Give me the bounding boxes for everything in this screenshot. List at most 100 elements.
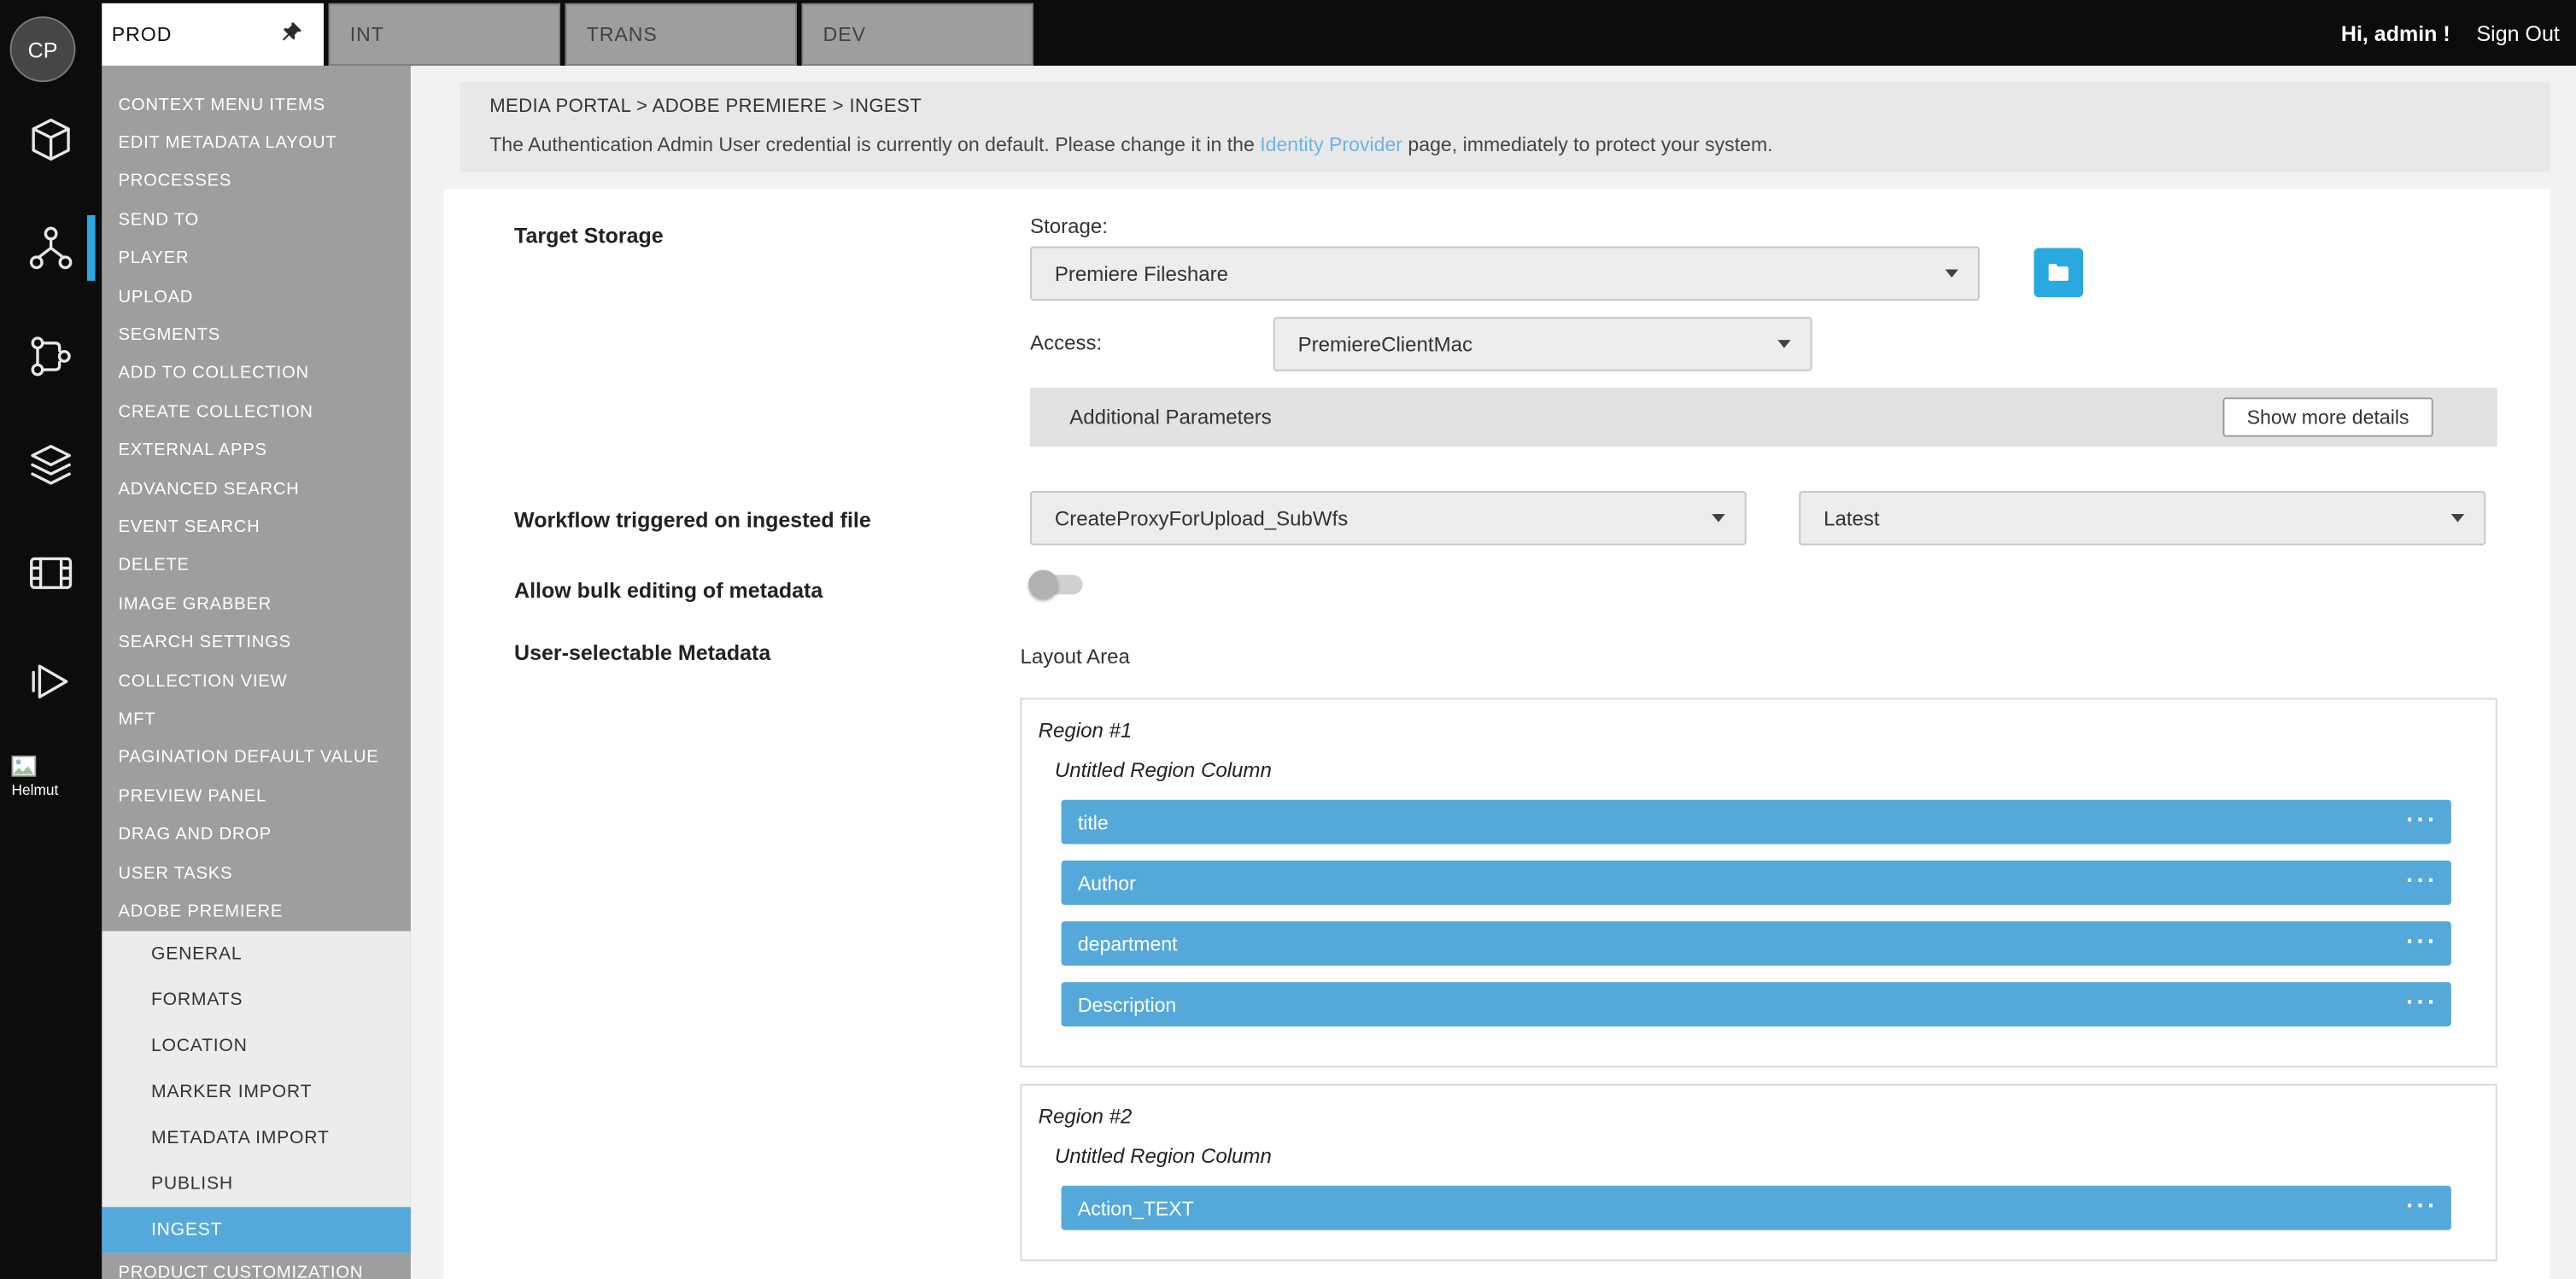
- broken-image-placeholder: Helmut: [11, 756, 58, 800]
- region-2-fields: Action_TEXT: [1062, 1186, 2451, 1230]
- workflows-icon[interactable]: [0, 302, 102, 411]
- additional-parameters-label: Additional Parameters: [1069, 388, 1272, 447]
- sidebar-item-edit-metadata-layout[interactable]: EDIT METADATA LAYOUT: [102, 124, 411, 162]
- field-menu-icon[interactable]: [2406, 800, 2438, 841]
- sidebar: CONTEXT MENU ITEMS EDIT METADATA LAYOUT …: [102, 66, 411, 1279]
- toggle-knob: [1028, 569, 1058, 599]
- browse-folder-button[interactable]: [2034, 248, 2083, 297]
- notice-text-before: The Authentication Admin User credential…: [489, 133, 1260, 156]
- storage-label: Storage:: [1030, 215, 1108, 238]
- additional-parameters-bar: Additional Parameters Show more details: [1030, 388, 2497, 447]
- identity-provider-link[interactable]: Identity Provider: [1260, 133, 1402, 156]
- icon-rail: CP Helmut: [0, 0, 102, 1279]
- sidebar-item-pagination-default-value[interactable]: PAGINATION DEFAULT VALUE: [102, 739, 411, 777]
- tab-prod-label: PROD: [112, 23, 173, 46]
- target-storage-label: Target Storage: [514, 224, 664, 248]
- bulk-edit-toggle[interactable]: [1028, 569, 1091, 601]
- sidebar-item-general[interactable]: GENERAL: [102, 931, 411, 977]
- sidebar-item-event-search[interactable]: EVENT SEARCH: [102, 508, 411, 546]
- sidebar-item-formats[interactable]: FORMATS: [102, 977, 411, 1023]
- bulk-edit-label: Allow bulk editing of metadata: [514, 578, 823, 603]
- sidebar-item-adobe-premiere[interactable]: ADOBE PREMIERE: [102, 892, 411, 931]
- groups-icon[interactable]: [0, 411, 102, 519]
- sidebar-item-metadata-import[interactable]: METADATA IMPORT: [102, 1115, 411, 1161]
- region-2-column-title: Untitled Region Column: [1055, 1145, 2451, 1168]
- sidebar-item-drag-and-drop[interactable]: DRAG AND DROP: [102, 815, 411, 854]
- metadata-field-department[interactable]: department: [1062, 921, 2451, 966]
- access-dropdown[interactable]: PremiereClientMac: [1273, 317, 1812, 371]
- tab-int[interactable]: INT: [329, 3, 560, 66]
- topbar: PROD INT TRANS DEV Hi, admin ! Sign Out: [0, 0, 2576, 66]
- sidebar-item-publish[interactable]: PUBLISH: [102, 1161, 411, 1207]
- access-dropdown-value: PremiereClientMac: [1298, 333, 1472, 356]
- sign-out-link[interactable]: Sign Out: [2476, 20, 2559, 45]
- sidebar-item-delete[interactable]: DELETE: [102, 546, 411, 585]
- sidebar-item-context-menu-items[interactable]: CONTEXT MENU ITEMS: [102, 85, 411, 124]
- tab-trans[interactable]: TRANS: [565, 3, 797, 66]
- field-menu-icon[interactable]: [2406, 1186, 2438, 1227]
- user-area: Hi, admin ! Sign Out: [2341, 0, 2560, 66]
- security-notice: The Authentication Admin User credential…: [489, 133, 2520, 156]
- sidebar-item-advanced-search[interactable]: ADVANCED SEARCH: [102, 470, 411, 508]
- field-menu-icon[interactable]: [2406, 921, 2438, 962]
- sidebar-item-external-apps[interactable]: EXTERNAL APPS: [102, 431, 411, 470]
- sidebar-item-segments[interactable]: SEGMENTS: [102, 316, 411, 354]
- region-1: Region #1 Untitled Region Column title A…: [1020, 698, 2497, 1067]
- sidebar-item-add-to-collection[interactable]: ADD TO COLLECTION: [102, 354, 411, 393]
- region-2-title: Region #2: [1039, 1106, 2451, 1129]
- broken-image-caption: Helmut: [11, 782, 58, 800]
- workflow-dropdown-value: CreateProxyForUpload_SubWfs: [1055, 506, 1348, 529]
- sidebar-item-image-grabber[interactable]: IMAGE GRABBER: [102, 585, 411, 623]
- header-band: MEDIA PORTAL > ADOBE PREMIERE > INGEST T…: [460, 82, 2550, 172]
- sidebar-item-collection-view[interactable]: COLLECTION VIEW: [102, 662, 411, 700]
- tab-prod[interactable]: PROD: [92, 3, 324, 66]
- avatar[interactable]: CP: [10, 16, 76, 82]
- sidebar-item-marker-import[interactable]: MARKER IMPORT: [102, 1069, 411, 1115]
- rail-items: [0, 85, 102, 736]
- field-menu-icon[interactable]: [2406, 861, 2438, 902]
- sidebar-item-upload[interactable]: UPLOAD: [102, 277, 411, 316]
- region-2: Region #2 Untitled Region Column Action_…: [1020, 1084, 2497, 1262]
- tab-trans-label: TRANS: [587, 23, 658, 46]
- sidebar-item-location[interactable]: LOCATION: [102, 1023, 411, 1069]
- pin-icon[interactable]: [279, 20, 304, 50]
- notice-text-after: page, immediately to protect your system…: [1402, 133, 1773, 156]
- region-1-title: Region #1: [1039, 719, 2451, 742]
- player-icon[interactable]: [0, 628, 102, 736]
- user-selectable-metadata-label: User-selectable Metadata: [514, 640, 770, 665]
- workflow-version-value: Latest: [1824, 506, 1880, 529]
- sidebar-item-product-customization[interactable]: PRODUCT CUSTOMIZATION: [102, 1253, 411, 1279]
- sidebar-item-ingest[interactable]: INGEST: [102, 1207, 411, 1253]
- storage-dropdown[interactable]: Premiere Fileshare: [1030, 247, 1980, 301]
- settings-panel: Target Storage Storage: Premiere Filesha…: [443, 189, 2550, 1279]
- main-content: MEDIA PORTAL > ADOBE PREMIERE > INGEST T…: [411, 66, 2576, 1279]
- field-menu-icon[interactable]: [2406, 982, 2438, 1023]
- processes-icon[interactable]: [0, 194, 102, 302]
- sidebar-item-create-collection[interactable]: CREATE COLLECTION: [102, 393, 411, 431]
- show-more-details-button[interactable]: Show more details: [2222, 397, 2433, 436]
- layout-area-label: Layout Area: [1020, 645, 1129, 669]
- modules-icon[interactable]: [0, 85, 102, 194]
- sidebar-item-player[interactable]: PLAYER: [102, 239, 411, 277]
- tab-dev[interactable]: DEV: [802, 3, 1033, 66]
- workflow-version-dropdown[interactable]: Latest: [1799, 491, 2485, 545]
- sidebar-item-search-settings[interactable]: SEARCH SETTINGS: [102, 623, 411, 662]
- sidebar-item-send-to[interactable]: SEND TO: [102, 201, 411, 239]
- sidebar-item-preview-panel[interactable]: PREVIEW PANEL: [102, 777, 411, 815]
- metadata-field-title[interactable]: title: [1062, 800, 2451, 844]
- sidebar-item-mft[interactable]: MFT: [102, 700, 411, 739]
- tab-dev-label: DEV: [823, 23, 866, 46]
- environment-tabs: PROD INT TRANS DEV: [92, 3, 1033, 66]
- media-icon[interactable]: [0, 519, 102, 628]
- metadata-field-description[interactable]: Description: [1062, 982, 2451, 1026]
- sidebar-item-processes[interactable]: PROCESSES: [102, 162, 411, 201]
- field-label: title: [1078, 810, 1109, 833]
- adobe-premiere-submenu: GENERAL FORMATS LOCATION MARKER IMPORT M…: [102, 931, 411, 1253]
- sidebar-item-user-tasks[interactable]: USER TASKS: [102, 854, 411, 892]
- workflow-label: Workflow triggered on ingested file: [514, 507, 871, 532]
- region-1-fields: title Author department Description: [1062, 800, 2451, 1026]
- metadata-field-author[interactable]: Author: [1062, 861, 2451, 905]
- workflow-dropdown[interactable]: CreateProxyForUpload_SubWfs: [1030, 491, 1747, 545]
- metadata-field-action-text[interactable]: Action_TEXT: [1062, 1186, 2451, 1230]
- field-label: department: [1078, 932, 1178, 955]
